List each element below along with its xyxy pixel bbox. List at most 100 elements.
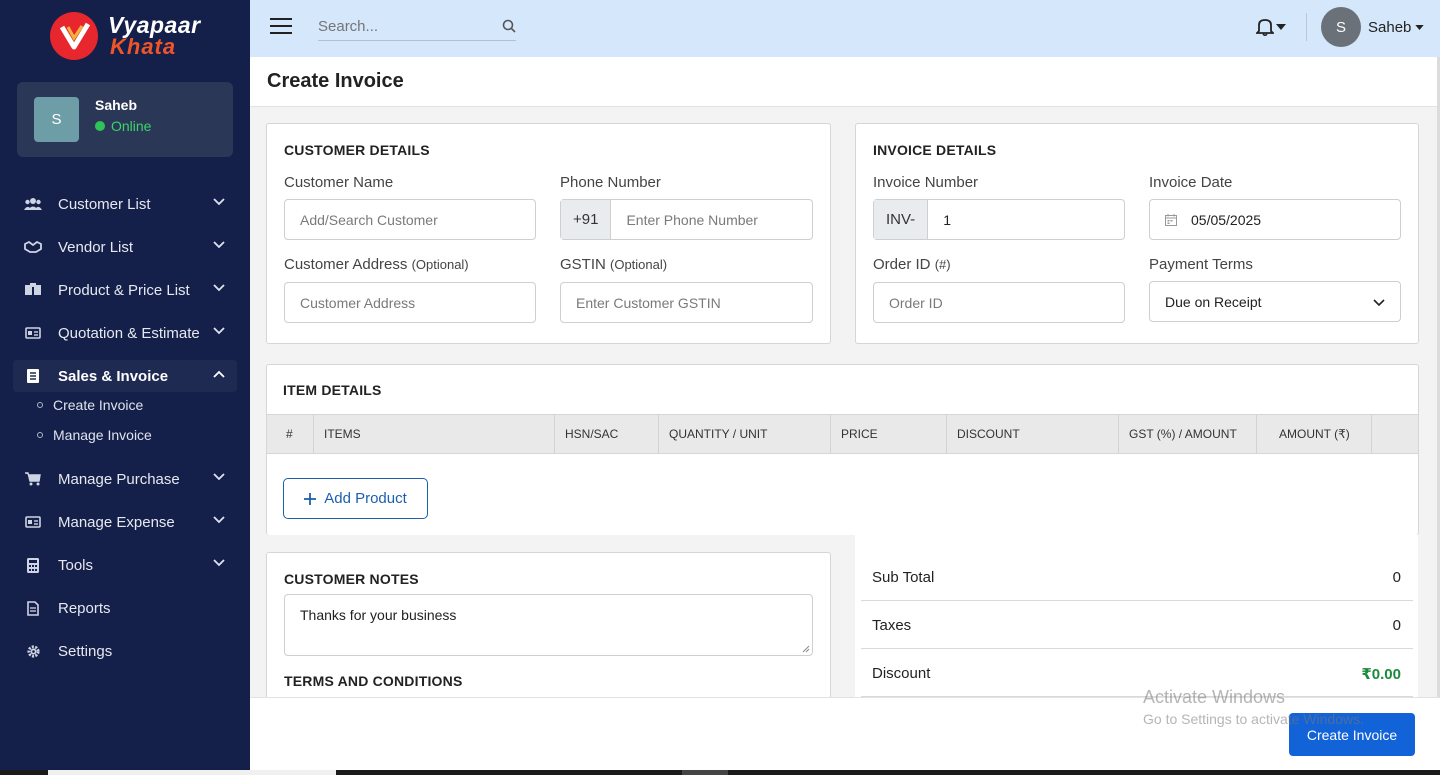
sidebar-item-label: Manage Purchase	[58, 470, 180, 488]
order-id-field[interactable]: Order ID	[873, 282, 1125, 323]
column-header: #	[267, 415, 314, 453]
chevron-down-icon	[1373, 299, 1385, 307]
optional-hint: (Optional)	[411, 257, 469, 272]
column-header: QUANTITY / UNIT	[659, 415, 831, 453]
sidebar-item-customer-list[interactable]: Customer List	[13, 188, 237, 220]
brand-line2: Khata	[110, 34, 177, 59]
avatar: S	[34, 97, 79, 142]
sidebar-item-reports[interactable]: Reports	[13, 592, 237, 624]
receipt-icon	[24, 368, 42, 384]
sidebar-item-label: Vendor List	[58, 238, 134, 256]
customer-address-placeholder: Customer Address	[300, 294, 416, 311]
phone-label: Phone Number	[560, 174, 661, 191]
customer-name-field[interactable]: Add/Search Customer	[284, 199, 536, 240]
column-header: PRICE	[831, 415, 947, 453]
sidebar-item-label: Tools	[58, 556, 94, 574]
plus-icon	[304, 492, 317, 505]
payment-terms-label: Payment Terms	[1149, 256, 1253, 273]
sidebar-item-manage-expense[interactable]: Manage Expense	[13, 506, 237, 538]
divider	[1306, 13, 1307, 41]
sidebar-item-label: Reports	[58, 599, 111, 617]
terms-title: TERMS AND CONDITIONS	[284, 673, 463, 689]
customer-notes-textarea[interactable]: Thanks for your business	[284, 594, 813, 656]
invoice-date-label: Invoice Date	[1149, 174, 1233, 191]
add-product-button[interactable]: Add Product	[283, 478, 428, 519]
customer-notes-value: Thanks for your business	[300, 607, 457, 623]
order-id-label-text: Order ID	[873, 256, 931, 273]
sidebar-item-vendor-list[interactable]: Vendor List	[13, 231, 237, 263]
discount-label: Discount	[872, 665, 931, 682]
customer-details-title: CUSTOMER DETAILS	[284, 142, 430, 158]
page-header: Create Invoice	[250, 57, 1440, 107]
gstin-label: GSTIN (Optional)	[560, 256, 667, 273]
sidebar-item-tools[interactable]: Tools	[13, 549, 237, 581]
document-icon	[24, 600, 42, 616]
sidebar-subitem-label: Create Invoice	[53, 397, 144, 413]
search-icon[interactable]	[502, 19, 516, 33]
status-text: Online	[111, 118, 152, 134]
card-icon	[24, 325, 42, 341]
sidebar-item-label: Customer List	[58, 195, 151, 213]
menu-icon[interactable]	[270, 18, 292, 36]
sidebar-item-settings[interactable]: Settings	[13, 635, 237, 667]
customer-name-placeholder: Add/Search Customer	[300, 211, 438, 228]
id-card-icon	[24, 514, 42, 530]
taxes-value: 0	[1392, 617, 1401, 634]
chevron-down-icon	[213, 327, 225, 335]
order-hash-hint: (#)	[934, 257, 951, 272]
sidebar-item-label: Settings	[58, 642, 113, 660]
invoice-date-value: 05/05/2025	[1191, 211, 1262, 228]
sidebar-item-manage-purchase[interactable]: Manage Purchase	[13, 463, 237, 495]
caret-down-icon	[1276, 23, 1286, 30]
phone-field[interactable]: +91 Enter Phone Number	[560, 199, 813, 240]
calculator-icon	[24, 557, 42, 573]
column-header: ITEMS	[314, 415, 555, 453]
customer-address-label-text: Customer Address	[284, 256, 408, 273]
taskbar-app[interactable]	[682, 770, 728, 775]
phone-prefix: +91	[561, 200, 612, 239]
calendar-icon	[1165, 213, 1177, 226]
sidebar-subitem-create-invoice[interactable]: Create Invoice	[37, 397, 143, 413]
notifications-button[interactable]	[1256, 17, 1286, 36]
activate-windows-subtitle: Go to Settings to activate Windows.	[1143, 711, 1364, 727]
chevron-down-icon	[213, 241, 225, 249]
customer-address-label: Customer Address (Optional)	[284, 256, 469, 273]
sidebar-subitem-manage-invoice[interactable]: Manage Invoice	[37, 427, 152, 443]
resize-handle-icon[interactable]	[802, 645, 810, 653]
gstin-label-text: GSTIN	[560, 256, 606, 273]
user-avatar[interactable]: S	[1321, 7, 1361, 47]
gear-icon	[24, 643, 42, 659]
invoice-number-label: Invoice Number	[873, 174, 979, 191]
customer-name-label: Customer Name	[284, 174, 394, 191]
gstin-field[interactable]: Enter Customer GSTIN	[560, 282, 813, 323]
sidebar-item-sales-invoice[interactable]: Sales & Invoice	[13, 360, 237, 392]
summary-panel: Sub Total 0 Taxes 0 Discount ₹0.00	[855, 535, 1418, 697]
brand-logo[interactable]: Vyapaar Khata	[50, 12, 210, 62]
sidebar-item-product-price-list[interactable]: Product & Price List	[13, 274, 237, 306]
invoice-number-field[interactable]: INV- 1	[873, 199, 1125, 240]
sidebar: Vyapaar Khata S Saheb Online Customer Li…	[0, 0, 250, 775]
invoice-date-field[interactable]: 05/05/2025	[1149, 199, 1401, 240]
user-menu[interactable]: Saheb	[1368, 19, 1425, 36]
payment-terms-value: Due on Receipt	[1165, 293, 1262, 310]
order-id-label: Order ID (#)	[873, 256, 951, 273]
subtotal-row: Sub Total 0	[861, 553, 1413, 601]
taskbar	[0, 770, 1440, 775]
top-bar: S Saheb	[250, 0, 1440, 57]
taskbar-app[interactable]	[48, 770, 336, 775]
user-menu-label: Saheb	[1368, 19, 1412, 36]
search-input[interactable]	[318, 13, 488, 39]
chevron-down-icon	[213, 516, 225, 524]
customer-address-field[interactable]: Customer Address	[284, 282, 536, 323]
taxes-row: Taxes 0	[861, 601, 1413, 649]
column-header: DISCOUNT	[947, 415, 1119, 453]
bell-icon	[1256, 19, 1274, 36]
invoice-details-title: INVOICE DETAILS	[873, 142, 997, 158]
chevron-down-icon	[213, 284, 225, 292]
payment-terms-select[interactable]: Due on Receipt	[1149, 281, 1401, 322]
user-status: Online	[95, 118, 151, 134]
sidebar-item-quotation-estimate[interactable]: Quotation & Estimate	[13, 317, 237, 349]
discount-value: ₹0.00	[1361, 666, 1401, 683]
circle-icon	[37, 432, 43, 438]
add-product-label: Add Product	[324, 490, 407, 507]
